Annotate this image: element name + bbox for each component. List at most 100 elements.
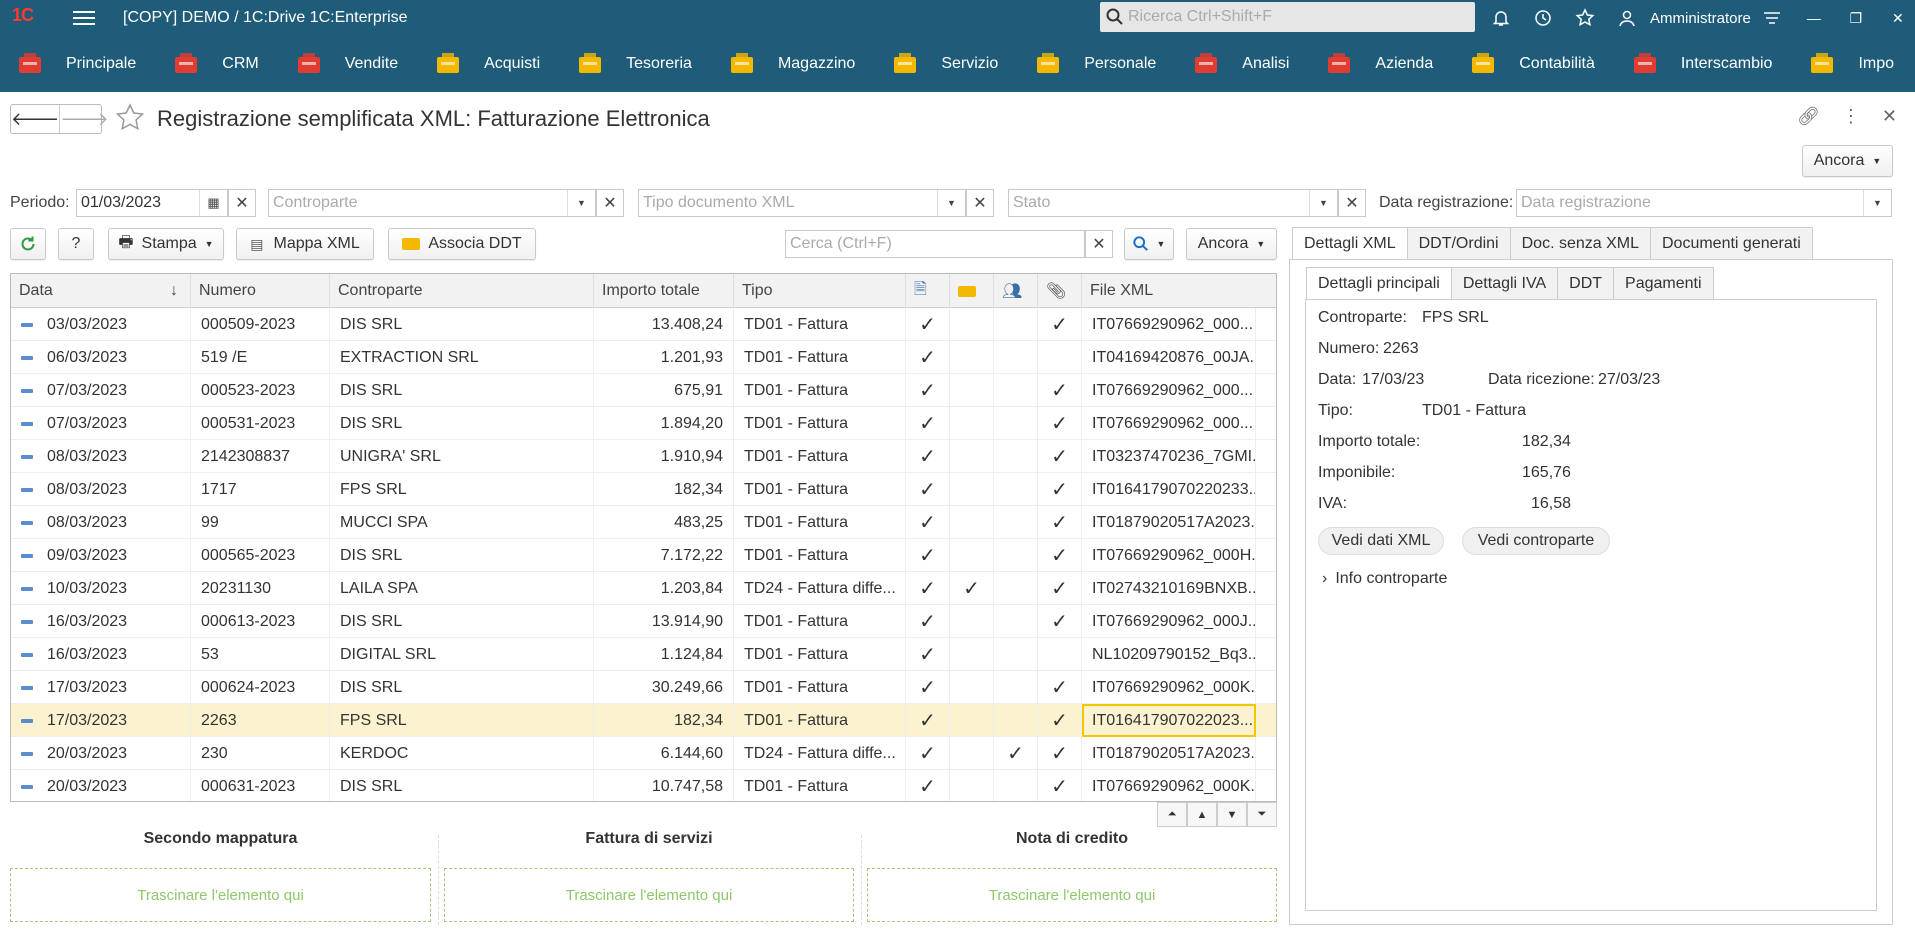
- section-impo[interactable]: Impo: [1792, 36, 1894, 92]
- close-window-icon[interactable]: ✕: [1877, 0, 1915, 36]
- col-xml-icon[interactable]: 🗎: [906, 274, 950, 308]
- dropzone-fattura-servizi[interactable]: Fattura di servizi Trascinare l'elemento …: [444, 830, 854, 922]
- global-search-input[interactable]: Ricerca Ctrl+Shift+F: [1100, 2, 1475, 32]
- print-button[interactable]: 🖶 Stampa ▼: [108, 228, 224, 260]
- calendar-icon[interactable]: ▦: [199, 190, 227, 216]
- tab-pagamenti[interactable]: Pagamenti: [1613, 267, 1714, 299]
- stato-filter[interactable]: Stato ▼: [1008, 189, 1338, 217]
- scroll-up-button[interactable]: ▲: [1187, 802, 1217, 827]
- tab-ddt-ordini[interactable]: DDT/Ordini: [1406, 227, 1511, 259]
- tab-dettagli-xml[interactable]: Dettagli XML: [1292, 227, 1408, 260]
- section-servizio[interactable]: Servizio: [875, 36, 998, 92]
- table-row[interactable]: 08/03/2023 1717 FPS SRL 182,34 TD01 - Fattur…: [11, 473, 1276, 506]
- table-row[interactable]: 08/03/2023 2142308837 UNIGRA' SRL 1.910,94 T…: [11, 440, 1276, 473]
- chevron-down-icon[interactable]: ▼: [567, 190, 595, 216]
- tipo-documento-filter[interactable]: Tipo documento XML ▼: [638, 189, 966, 217]
- table-row[interactable]: 20/03/2023 000631-2023 DIS SRL 10.747,58 TD0…: [11, 770, 1276, 801]
- more-vert-icon[interactable]: ⋮: [1842, 106, 1860, 127]
- associa-ddt-button[interactable]: Associa DDT: [388, 228, 536, 260]
- section-azienda[interactable]: Azienda: [1309, 36, 1433, 92]
- tipo-clear-button[interactable]: ✕: [966, 189, 994, 217]
- chevron-down-icon[interactable]: ▼: [937, 190, 965, 216]
- history-icon[interactable]: [1522, 0, 1564, 36]
- col-file-xml[interactable]: File XML: [1082, 274, 1256, 308]
- menu-icon[interactable]: [73, 11, 95, 25]
- stato-clear-button[interactable]: ✕: [1338, 189, 1366, 217]
- col-attach-icon[interactable]: 📎︎: [1038, 274, 1082, 308]
- dropzone-hint[interactable]: Trascinare l'elemento qui: [444, 868, 854, 922]
- table-row[interactable]: 17/03/2023 2263 FPS SRL 182,34 TD01 - Fattur…: [11, 704, 1276, 737]
- app-logo[interactable]: 1С: [10, 5, 58, 29]
- table-row[interactable]: 08/03/2023 99 MUCCI SPA 483,25 TD01 - Fattur…: [11, 506, 1276, 539]
- section-analisi[interactable]: Analisi: [1176, 36, 1289, 92]
- section-interscambio[interactable]: Interscambio: [1615, 36, 1772, 92]
- section-crm[interactable]: CRM: [156, 36, 259, 92]
- table-row[interactable]: 16/03/2023 000613-2023 DIS SRL 13.914,90 TD0…: [11, 605, 1276, 638]
- table-row[interactable]: 20/03/2023 230 KERDOC 6.144,60 TD24 - Fattur…: [11, 737, 1276, 770]
- table-row[interactable]: 06/03/2023 519 /E EXTRACTION SRL 1.201,93 TD…: [11, 341, 1276, 374]
- settings-menu-icon[interactable]: [1751, 0, 1793, 36]
- restore-icon[interactable]: ❐: [1835, 0, 1877, 36]
- chevron-down-icon[interactable]: ▼: [1863, 190, 1891, 216]
- section-tesoreria[interactable]: Tesoreria: [560, 36, 692, 92]
- section-principale[interactable]: Principale: [0, 36, 136, 92]
- scroll-top-button[interactable]: ⏶: [1157, 802, 1187, 827]
- toolbar-more-button[interactable]: Ancora ▼: [1186, 228, 1277, 260]
- favorites-icon[interactable]: [1564, 0, 1606, 36]
- col-numero[interactable]: Numero: [191, 274, 330, 308]
- minimize-icon[interactable]: —: [1793, 0, 1835, 36]
- section-contabilit[interactable]: Contabilità: [1453, 36, 1595, 92]
- close-icon[interactable]: ✕: [1882, 106, 1897, 127]
- vedi-dati-xml-button[interactable]: Vedi dati XML: [1318, 527, 1444, 555]
- help-button[interactable]: ?: [58, 228, 94, 260]
- search-clear-button[interactable]: ✕: [1085, 230, 1113, 258]
- table-row[interactable]: 17/03/2023 000624-2023 DIS SRL 30.249,66 TD0…: [11, 671, 1276, 704]
- dropzone-nota-credito[interactable]: Nota di credito Trascinare l'elemento qui: [867, 830, 1277, 922]
- section-magazzino[interactable]: Magazzino: [712, 36, 855, 92]
- section-acquisti[interactable]: Acquisti: [418, 36, 540, 92]
- table-row[interactable]: 10/03/2023 20231130 LAILA SPA 1.203,84 TD24 …: [11, 572, 1276, 605]
- col-controparte[interactable]: Controparte: [330, 274, 594, 308]
- star-icon[interactable]: [114, 102, 146, 134]
- table-row[interactable]: 16/03/2023 53 DIGITAL SRL 1.124,84 TD01 - Fa…: [11, 638, 1276, 671]
- chevron-down-icon[interactable]: ▼: [1309, 190, 1337, 216]
- table-search-input[interactable]: Cerca (Ctrl+F): [785, 230, 1085, 258]
- table-row[interactable]: 07/03/2023 000531-2023 DIS SRL 1.894,20 TD01…: [11, 407, 1276, 440]
- scroll-down-button[interactable]: ▼: [1217, 802, 1247, 827]
- map-xml-button[interactable]: ▤ Mappa XML: [236, 228, 374, 260]
- periodo-clear-button[interactable]: ✕: [228, 189, 256, 217]
- info-controparte-toggle[interactable]: › Info controparte: [1322, 570, 1447, 588]
- bell-icon[interactable]: [1480, 0, 1522, 36]
- controparte-clear-button[interactable]: ✕: [596, 189, 624, 217]
- refresh-button[interactable]: [10, 228, 46, 260]
- tab-doc-senza-xml[interactable]: Doc. senza XML: [1509, 227, 1651, 259]
- col-tipo[interactable]: Tipo: [734, 274, 906, 308]
- tab-ddt[interactable]: DDT: [1557, 267, 1615, 299]
- section-vendite[interactable]: Vendite: [279, 36, 398, 92]
- controparte-filter[interactable]: Controparte ▼: [268, 189, 596, 217]
- forward-button[interactable]: 🡒: [59, 105, 109, 133]
- back-button[interactable]: 🡐: [11, 105, 59, 133]
- dropzone-hint[interactable]: Trascinare l'elemento qui: [10, 868, 431, 922]
- vedi-controparte-button[interactable]: Vedi controparte: [1462, 527, 1610, 555]
- col-data[interactable]: Data ↓: [11, 274, 191, 308]
- tab-dettagli-iva[interactable]: Dettagli IVA: [1450, 267, 1559, 299]
- section-personale[interactable]: Personale: [1018, 36, 1156, 92]
- data-registrazione-field[interactable]: Data registrazione ▼: [1516, 189, 1892, 217]
- dropzone-hint[interactable]: Trascinare l'elemento qui: [867, 868, 1277, 922]
- table-row[interactable]: 03/03/2023 000509-2023 DIS SRL 13.408,24 TD0…: [11, 308, 1276, 341]
- scroll-bottom-button[interactable]: ⏷: [1247, 802, 1277, 827]
- col-importo[interactable]: Importo totale: [594, 274, 734, 308]
- periodo-field[interactable]: 01/03/2023 ▦: [76, 189, 228, 217]
- dropzone-secondo-mappatura[interactable]: Secondo mappatura Trascinare l'elemento q…: [10, 830, 431, 922]
- table-row[interactable]: 09/03/2023 000565-2023 DIS SRL 7.172,22 TD01…: [11, 539, 1276, 572]
- user-name[interactable]: Amministratore: [1650, 10, 1751, 27]
- tab-documenti-generati[interactable]: Documenti generati: [1650, 227, 1813, 259]
- search-button[interactable]: ▼: [1124, 228, 1174, 260]
- col-ddt-icon[interactable]: [950, 274, 994, 308]
- tab-dettagli-principali[interactable]: Dettagli principali: [1306, 267, 1452, 300]
- link-icon[interactable]: 🔗︎: [1797, 106, 1820, 127]
- user-icon[interactable]: [1606, 0, 1648, 36]
- col-person-icon[interactable]: 👥︎: [994, 274, 1038, 308]
- table-row[interactable]: 07/03/2023 000523-2023 DIS SRL 675,91 TD01 -…: [11, 374, 1276, 407]
